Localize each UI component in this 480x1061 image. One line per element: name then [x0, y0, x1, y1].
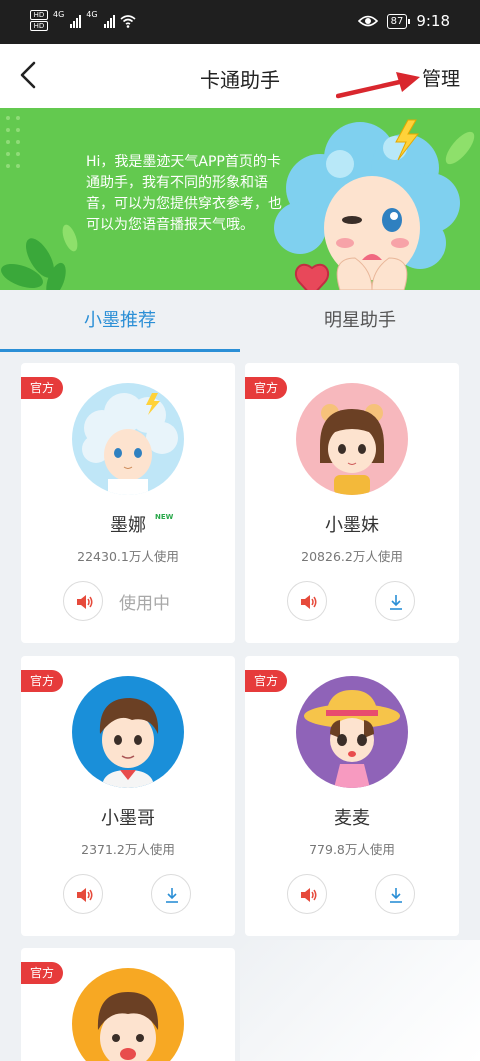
- official-badge: 官方: [21, 670, 63, 692]
- voice-preview-button[interactable]: [287, 874, 327, 914]
- assistant-name: 小墨哥: [101, 808, 155, 829]
- download-icon: [390, 888, 402, 903]
- download-icon: [166, 888, 178, 903]
- active-tab-indicator: [0, 349, 240, 352]
- usage-count: 779.8万人使用: [309, 842, 395, 857]
- eye-comfort-icon: [357, 15, 378, 27]
- hd-badge-2: HD: [30, 21, 48, 31]
- battery-indicator: 87: [386, 13, 411, 29]
- banner-text: Hi，我是墨迹天气APP首页的卡通助手，我有不同的形象和语音，可以为您提供穿衣参…: [86, 154, 282, 233]
- usage-count: 2371.2万人使用: [81, 842, 175, 857]
- annotation-arrow-icon: [336, 72, 420, 99]
- bottom-fade: [240, 940, 480, 1061]
- speaker-icon: [77, 888, 93, 902]
- tab-bar: 小墨推荐 明星助手: [0, 290, 480, 352]
- download-button[interactable]: [151, 874, 191, 914]
- assistant-card-mona[interactable]: 官方 墨娜 NEW 22430.1万人使用 使用中: [21, 363, 235, 643]
- download-button[interactable]: [375, 874, 415, 914]
- avatar: [296, 676, 408, 788]
- avatar: [72, 968, 184, 1061]
- usage-count: 22430.1万人使用: [77, 549, 179, 564]
- signal-icon: [70, 14, 82, 28]
- signal-icon-2: [103, 14, 115, 28]
- tab-recommended[interactable]: 小墨推荐: [0, 290, 240, 352]
- download-icon: [390, 595, 402, 610]
- network-type-2: 4G: [86, 10, 98, 19]
- official-badge: 官方: [245, 377, 287, 399]
- voice-preview-button[interactable]: [287, 581, 327, 621]
- official-badge: 官方: [21, 377, 63, 399]
- usage-count: 20826.2万人使用: [301, 549, 403, 564]
- speaker-icon: [77, 595, 93, 609]
- in-use-status: 使用中: [119, 594, 170, 614]
- assistant-card-xiaomomei[interactable]: 官方 小墨妹 20826.2万人使用: [245, 363, 459, 643]
- voice-preview-button[interactable]: [63, 581, 103, 621]
- assistant-card-5[interactable]: 官方: [21, 948, 235, 1061]
- voice-preview-button[interactable]: [63, 874, 103, 914]
- assistant-card-maimai[interactable]: 官方 麦麦 779.8万人使用: [245, 656, 459, 936]
- hd-indicator: HD HD: [30, 10, 48, 31]
- new-tag: NEW: [155, 513, 174, 521]
- speaker-icon: [301, 888, 317, 902]
- network-type-1: 4G: [53, 10, 65, 19]
- assistant-name: 小墨妹: [325, 515, 379, 536]
- hd-badge-1: HD: [30, 10, 48, 20]
- network-indicators: HD HD 4G 4G: [30, 10, 136, 31]
- speaker-icon: [301, 595, 317, 609]
- nav-header: 卡通助手 管理: [0, 44, 480, 108]
- clock: 9:18: [416, 12, 450, 30]
- assistant-name: 墨娜: [110, 515, 146, 536]
- status-bar: HD HD 4G 4G 87 9:18: [0, 0, 480, 44]
- assistant-card-xiaomoge[interactable]: 官方 小墨哥 2371.2万人使用: [21, 656, 235, 936]
- tab-celebrity[interactable]: 明星助手: [240, 290, 480, 352]
- download-button[interactable]: [375, 581, 415, 621]
- back-arrow-icon[interactable]: [12, 58, 46, 92]
- official-badge: 官方: [21, 962, 63, 984]
- assistant-name: 麦麦: [334, 808, 370, 829]
- wifi-icon: [120, 14, 136, 28]
- avatar: [296, 383, 408, 495]
- intro-banner: Hi，我是墨迹天气APP首页的卡通助手，我有不同的形象和语音，可以为您提供穿衣参…: [0, 108, 480, 290]
- official-badge: 官方: [245, 670, 287, 692]
- avatar: [72, 383, 184, 495]
- manage-button[interactable]: 管理: [422, 64, 460, 91]
- avatar: [72, 676, 184, 788]
- status-right: 87 9:18: [357, 12, 450, 30]
